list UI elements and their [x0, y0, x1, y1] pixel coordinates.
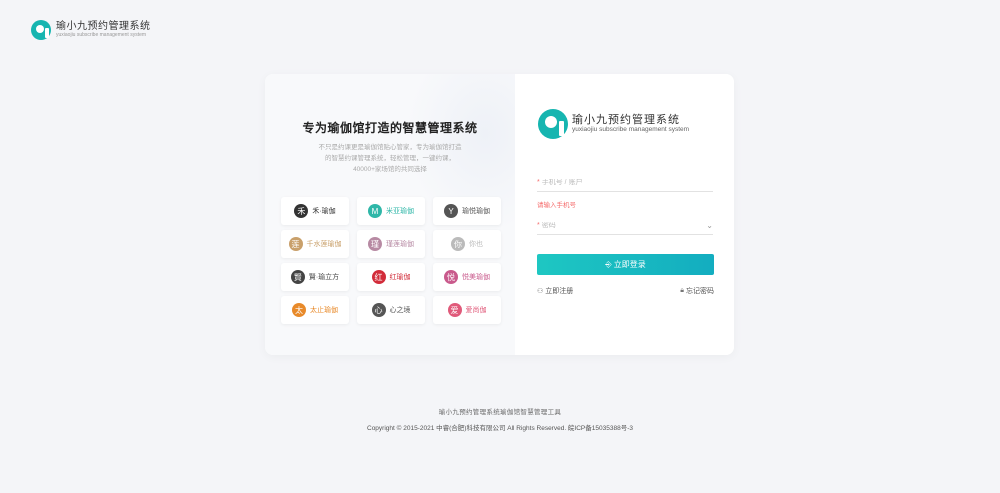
brand-logo: 你你也 — [433, 230, 501, 258]
brand-logo: 太太止瑜伽 — [281, 296, 349, 324]
password-field: * ⌄ — [537, 217, 713, 235]
brand-mark-icon: 红 — [371, 270, 386, 284]
forgot-password-link[interactable]: 🔒︎ 忘记密码 — [680, 286, 714, 296]
header-app-name-en: yuxiaojiu subscribe management system — [56, 31, 147, 38]
register-label: 立即注册 — [545, 288, 574, 295]
brand-logo: 红红瑜伽 — [357, 263, 425, 291]
brand-mark-icon: 悦 — [444, 270, 458, 284]
account-error-text: 请输入手机号 — [537, 202, 576, 209]
user-icon: ⚇ — [537, 288, 544, 295]
brand-mark-icon: M — [368, 204, 382, 218]
header-logo[interactable]: 瑜小九预约管理系统 yuxiaojiu subscribe management… — [31, 20, 151, 40]
login-icon: ⎆ — [605, 259, 612, 269]
account-field: * — [537, 174, 713, 192]
brand-logo: Y 瑜悦瑜伽 — [433, 197, 501, 225]
brand-logo: 賢賢·瑜立方 — [281, 263, 349, 291]
brand-name: 賢·瑜立方 — [308, 274, 340, 281]
brand-mark-icon: 太 — [292, 303, 306, 317]
brand-name: 太止瑜伽 — [310, 307, 338, 314]
intro-title: 专为瑜伽馆打造的智慧管理系统 — [302, 121, 478, 135]
forgot-label: 忘记密码 — [686, 288, 714, 295]
brand-name: 瑜悦瑜伽 — [462, 208, 490, 215]
login-logo: 瑜小九预约管理系统 yuxiaojiu subscribe management… — [538, 109, 689, 139]
logo-mark-icon — [538, 109, 568, 139]
password-input[interactable] — [541, 222, 707, 229]
brand-name: 米亚瑜伽 — [386, 208, 414, 215]
logo-mark-icon — [31, 20, 51, 40]
login-card: 专为瑜伽馆打造的智慧管理系统 不只是约课更是瑜伽馆贴心管家，专为瑜伽馆打造 的智… — [265, 74, 734, 355]
brand-logo: 悦悦美瑜伽 — [433, 263, 501, 291]
brand-logo: 禾禾·瑜伽 — [281, 197, 349, 225]
brand-logo-grid: 禾禾·瑜伽 M 米亚瑜伽 Y 瑜悦瑜伽莲千水莲瑜伽瑾瑾莲瑜伽你你也賢賢·瑜立方红红瑜伽悦… — [281, 197, 501, 324]
brand-name: 心之境 — [389, 307, 411, 314]
intro-desc-line: 40000+家场馆的共同选择 — [353, 166, 427, 173]
brand-name: 悦美瑜伽 — [462, 274, 490, 281]
brand-logo: 莲千水莲瑜伽 — [281, 230, 349, 258]
brand-mark-icon: 莲 — [288, 237, 303, 251]
brand-name: 禾·瑜伽 — [312, 208, 336, 215]
login-logo-name: 瑜小九预约管理系统 — [572, 114, 680, 127]
login-button[interactable]: ⎆ 立即登录 — [537, 254, 714, 275]
intro-desc-line: 的智慧约课管理系统，轻松管理，一键约课， — [325, 155, 455, 162]
lock-icon: 🔒︎ — [680, 287, 684, 294]
brand-name: 爱尚伽 — [465, 307, 487, 314]
intro-panel: 专为瑜伽馆打造的智慧管理系统 不只是约课更是瑜伽馆贴心管家，专为瑜伽馆打造 的智… — [265, 74, 515, 355]
brand-name: 千水莲瑜伽 — [306, 241, 342, 248]
login-panel: 瑜小九预约管理系统 yuxiaojiu subscribe management… — [515, 74, 734, 355]
brand-name: 你也 — [469, 241, 483, 248]
intro-description: 不只是约课更是瑜伽馆贴心管家，专为瑜伽馆打造 的智慧约课管理系统，轻松管理，一键… — [295, 142, 485, 175]
brand-logo: 瑾瑾莲瑜伽 — [357, 230, 425, 258]
footer-copyright: Copyright © 2015-2021 中睿(合肥)科技有限公司 All R… — [367, 425, 633, 432]
required-asterisk: * — [537, 222, 540, 229]
intro-desc-line: 不只是约课更是瑜伽馆贴心管家，专为瑜伽馆打造 — [318, 144, 462, 151]
login-links: ⚇ 立即注册 🔒︎ 忘记密码 — [537, 286, 714, 296]
brand-mark-icon: 禾 — [294, 204, 309, 218]
register-link[interactable]: ⚇ 立即注册 — [537, 286, 573, 296]
login-button-label: 立即登录 — [613, 260, 646, 269]
brand-logo: 心心之境 — [357, 296, 425, 324]
brand-logo: M 米亚瑜伽 — [357, 197, 425, 225]
brand-mark-icon: 瑾 — [368, 237, 382, 251]
brand-mark-icon: 心 — [371, 303, 386, 317]
brand-mark-icon: 你 — [451, 237, 465, 251]
footer: 瑜小九预约管理系统瑜伽馆智慧管理工具 Copyright © 2015-2021… — [0, 406, 1000, 432]
eye-toggle-icon[interactable]: ⌄ — [706, 221, 713, 230]
brand-name: 瑾莲瑜伽 — [386, 241, 414, 248]
footer-slogan: 瑜小九预约管理系统瑜伽馆智慧管理工具 — [438, 409, 562, 416]
account-input[interactable] — [541, 179, 713, 186]
brand-name: 红瑜伽 — [389, 274, 411, 281]
required-asterisk: * — [537, 179, 540, 186]
brand-logo: 爱爱尚伽 — [433, 296, 501, 324]
brand-mark-icon: 賢 — [290, 270, 305, 284]
login-logo-name-en: yuxiaojiu subscribe management system — [572, 126, 690, 134]
brand-mark-icon: Y — [444, 204, 458, 218]
brand-mark-icon: 爱 — [447, 303, 462, 317]
